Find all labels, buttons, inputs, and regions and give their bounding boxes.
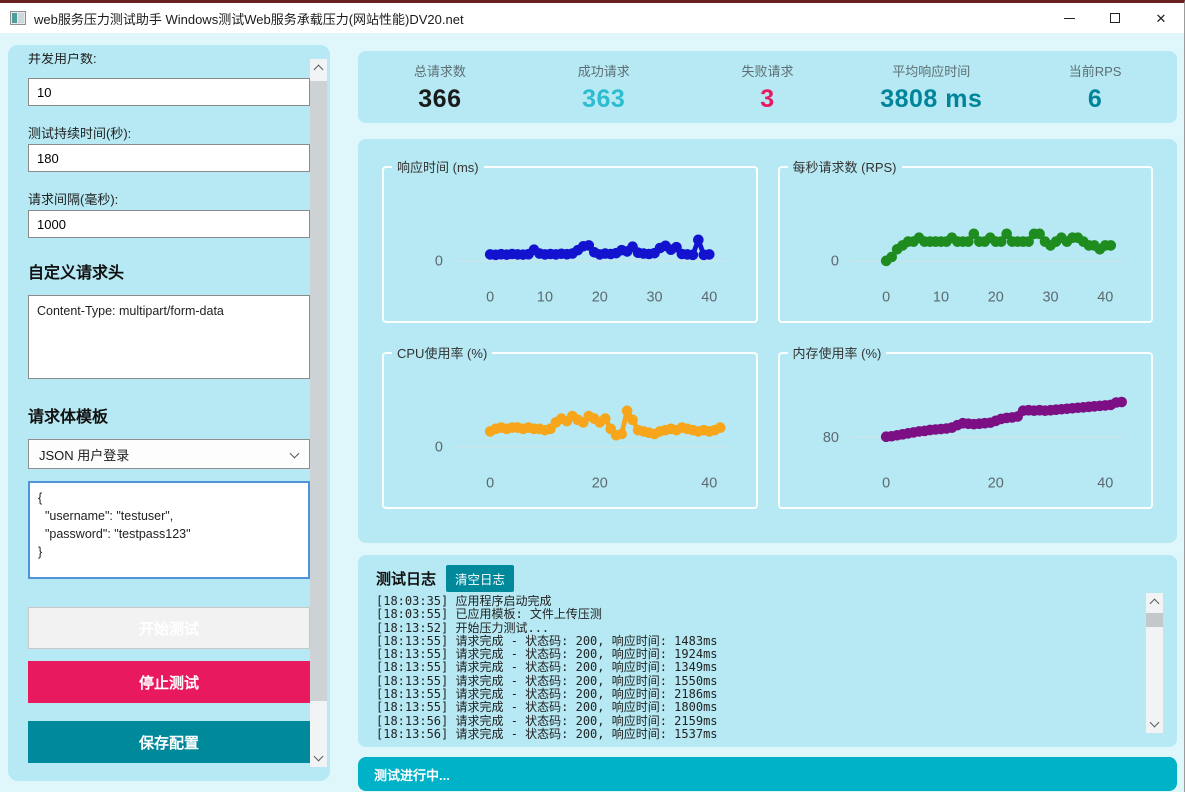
svg-text:30: 30: [1042, 289, 1058, 305]
stats-panel: 总请求数 366 成功请求 363 失败请求 3 平均响应时间 3808 ms …: [358, 51, 1177, 123]
log-line: [18:13:56] 请求完成 - 状态码: 200, 响应时间: 2159ms: [376, 715, 1137, 728]
log-panel: 测试日志 清空日志 [18:03:35] 应用程序启动完成[18:03:55] …: [358, 555, 1177, 747]
app-icon: [10, 10, 26, 26]
svg-text:0: 0: [486, 289, 494, 305]
svg-text:80: 80: [822, 430, 838, 446]
scroll-down-icon[interactable]: [310, 748, 327, 765]
log-line: [18:03:55] 已应用模板: 文件上传压测: [376, 608, 1137, 621]
custom-headers-title: 自定义请求头: [28, 259, 124, 283]
log-line: [18:13:56] 请求完成 - 状态码: 200, 响应时间: 1537ms: [376, 728, 1137, 741]
scroll-up-icon[interactable]: [310, 61, 327, 78]
chart-rps-plot: 0 0 10 20 30 40: [780, 176, 1152, 311]
svg-text:20: 20: [592, 289, 608, 305]
stat-avg-response-time: 平均响应时间 3808 ms: [849, 61, 1013, 114]
minimize-icon: [1064, 18, 1075, 19]
svg-text:40: 40: [1097, 289, 1113, 305]
body-template-select[interactable]: JSON 用户登录: [28, 439, 310, 469]
chart-rps-title: 每秒请求数 (RPS): [788, 157, 902, 176]
log-header: 测试日志 清空日志: [376, 565, 514, 592]
stat-current-rps: 当前RPS 6: [1013, 61, 1177, 114]
window-title: web服务压力测试助手 Windows测试Web服务承载压力(网站性能)DV20…: [34, 9, 464, 28]
svg-text:20: 20: [592, 475, 608, 491]
charts-grid: 响应时间 (ms) 0 0 10 20 30 40 每秒请求数 (RPS) 0 0 10 20 3…: [382, 157, 1153, 509]
stat-success-requests: 成功请求 363: [522, 61, 686, 114]
interval-input[interactable]: [28, 210, 310, 238]
titlebar: web服务压力测试助手 Windows测试Web服务承载压力(网站性能)DV20…: [0, 3, 1184, 33]
chart-memory-title: 内存使用率 (%): [788, 343, 887, 362]
svg-text:20: 20: [987, 289, 1003, 305]
concurrent-users-label-wrap: 并发用户数:: [28, 53, 288, 66]
config-sidebar: 并发用户数: 测试持续时间(秒): 请求间隔(毫秒): 自定义请求头 Conte…: [8, 45, 330, 781]
chart-cpu: CPU使用率 (%) 0 0 20 40: [382, 343, 758, 509]
clear-log-button[interactable]: 清空日志: [446, 565, 514, 592]
chart-response-time: 响应时间 (ms) 0 0 10 20 30 40: [382, 157, 758, 323]
svg-text:0: 0: [486, 475, 494, 491]
svg-text:0: 0: [435, 254, 443, 270]
save-config-button[interactable]: 保存配置: [28, 721, 310, 763]
svg-text:0: 0: [435, 440, 443, 456]
app-window: web服务压力测试助手 Windows测试Web服务承载压力(网站性能)DV20…: [0, 0, 1185, 792]
log-lines: [18:03:35] 应用程序启动完成[18:03:55] 已应用模板: 文件上…: [376, 595, 1137, 741]
svg-text:40: 40: [701, 289, 717, 305]
svg-text:30: 30: [646, 289, 662, 305]
sidebar-scrollbar[interactable]: [310, 59, 327, 767]
svg-text:20: 20: [987, 475, 1003, 491]
svg-text:40: 40: [701, 475, 717, 491]
custom-headers-textarea[interactable]: Content-Type: multipart/form-data: [28, 295, 310, 379]
svg-text:10: 10: [537, 289, 553, 305]
body-template-selected: JSON 用户登录: [39, 445, 129, 464]
window-controls: ✕: [1046, 3, 1184, 33]
chart-cpu-plot: 0 0 20 40: [384, 362, 756, 497]
svg-text:40: 40: [1097, 475, 1113, 491]
scroll-down-icon[interactable]: [1146, 714, 1163, 731]
maximize-button[interactable]: [1092, 3, 1138, 33]
log-line: [18:13:55] 请求完成 - 状态码: 200, 响应时间: 1800ms: [376, 701, 1137, 714]
chart-memory: 内存使用率 (%) 80 0 20 40: [778, 343, 1154, 509]
chart-rps: 每秒请求数 (RPS) 0 0 10 20 30 40: [778, 157, 1154, 323]
chart-response-time-title: 响应时间 (ms): [392, 157, 484, 176]
log-line: [18:13:55] 请求完成 - 状态码: 200, 响应时间: 1349ms: [376, 661, 1137, 674]
duration-input[interactable]: [28, 144, 310, 172]
concurrent-users-label: 并发用户数:: [28, 53, 288, 66]
minimize-button[interactable]: [1046, 3, 1092, 33]
stat-total-requests: 总请求数 366: [358, 61, 522, 114]
chart-memory-plot: 80 0 20 40: [780, 362, 1152, 497]
log-line: [18:13:52] 开始压力测试...: [376, 622, 1137, 635]
maximize-icon: [1110, 13, 1120, 23]
status-bar: 测试进行中...: [358, 757, 1177, 791]
close-button[interactable]: ✕: [1138, 3, 1184, 33]
log-title: 测试日志: [376, 568, 436, 589]
chart-response-time-plot: 0 0 10 20 30 40: [384, 176, 756, 311]
start-test-button[interactable]: 开始测试: [28, 607, 310, 649]
log-scrollbar[interactable]: [1146, 593, 1163, 733]
svg-text:0: 0: [882, 289, 890, 305]
stat-failed-requests: 失败请求 3: [686, 61, 850, 114]
chart-cpu-title: CPU使用率 (%): [392, 343, 492, 362]
svg-text:0: 0: [882, 475, 890, 491]
sidebar-scrollbar-thumb[interactable]: [310, 81, 327, 701]
charts-panel: 响应时间 (ms) 0 0 10 20 30 40 每秒请求数 (RPS) 0 0 10 20 3…: [358, 139, 1177, 543]
close-icon: ✕: [1156, 12, 1167, 25]
log-scrollbar-thumb[interactable]: [1146, 613, 1163, 627]
status-text: 测试进行中...: [374, 765, 450, 784]
svg-text:10: 10: [932, 289, 948, 305]
stop-test-button[interactable]: 停止测试: [28, 661, 310, 703]
request-body-textarea[interactable]: { "username": "testuser", "password": "t…: [28, 481, 310, 579]
scroll-up-icon[interactable]: [1146, 595, 1163, 612]
concurrent-users-input[interactable]: [28, 78, 310, 106]
body-template-title: 请求体模板: [28, 403, 108, 427]
duration-label: 测试持续时间(秒):: [28, 123, 131, 142]
chevron-down-icon: [290, 449, 300, 459]
interval-label: 请求间隔(毫秒):: [28, 189, 118, 208]
svg-text:0: 0: [830, 254, 838, 270]
